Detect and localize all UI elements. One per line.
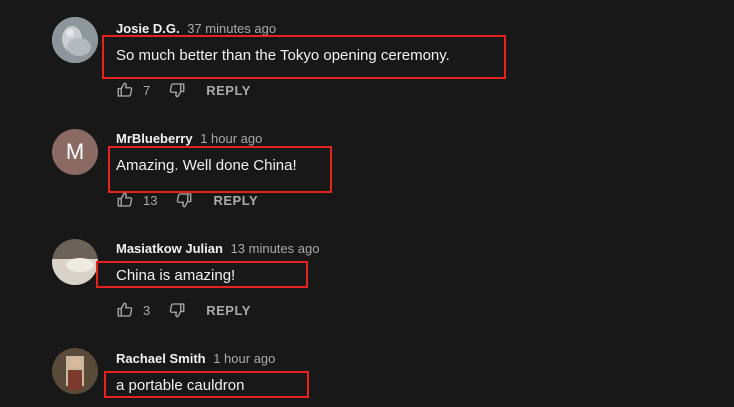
comment-actions: 7 REPLY [116, 80, 251, 100]
comment-text: Amazing. Well done China! [116, 157, 297, 174]
avatar[interactable] [52, 17, 98, 63]
author-line: MrBlueberry 1 hour ago [116, 131, 262, 146]
thumbs-up-icon[interactable] [116, 191, 134, 209]
author-name[interactable]: Rachael Smith [116, 351, 206, 366]
avatar[interactable] [52, 348, 98, 394]
comment-timestamp[interactable]: 1 hour ago [200, 131, 262, 146]
comment-actions: 3 REPLY [116, 300, 251, 320]
comment-text: a portable cauldron [116, 377, 245, 394]
comment-timestamp[interactable]: 1 hour ago [213, 351, 275, 366]
reply-button[interactable]: REPLY [206, 83, 251, 98]
author-line: Rachael Smith 1 hour ago [116, 351, 275, 366]
author-line: Masiatkow Julian 13 minutes ago [116, 241, 319, 256]
like-count: 3 [143, 302, 151, 318]
reply-button[interactable]: REPLY [213, 193, 258, 208]
author-line: Josie D.G. 37 minutes ago [116, 21, 276, 36]
thumbs-up-icon[interactable] [116, 81, 134, 99]
like-count: 7 [143, 82, 151, 98]
avatar[interactable]: M [52, 129, 98, 175]
comment-text: China is amazing! [116, 267, 236, 284]
author-name[interactable]: Masiatkow Julian [116, 241, 223, 256]
thumbs-up-icon[interactable] [116, 301, 134, 319]
thumbs-down-icon[interactable] [175, 191, 193, 209]
comment-timestamp[interactable]: 13 minutes ago [231, 241, 320, 256]
reply-button[interactable]: REPLY [206, 303, 251, 318]
comment-actions: 13 REPLY [116, 190, 258, 210]
thumbs-down-icon[interactable] [168, 301, 186, 319]
like-count: 13 [143, 192, 158, 208]
thumbs-down-icon[interactable] [168, 81, 186, 99]
author-name[interactable]: Josie D.G. [116, 21, 180, 36]
avatar[interactable] [52, 239, 98, 285]
author-name[interactable]: MrBlueberry [116, 131, 193, 146]
avatar-letter: M [65, 139, 85, 164]
comment-timestamp[interactable]: 37 minutes ago [187, 21, 276, 36]
comment-text: So much better than the Tokyo opening ce… [116, 47, 450, 64]
